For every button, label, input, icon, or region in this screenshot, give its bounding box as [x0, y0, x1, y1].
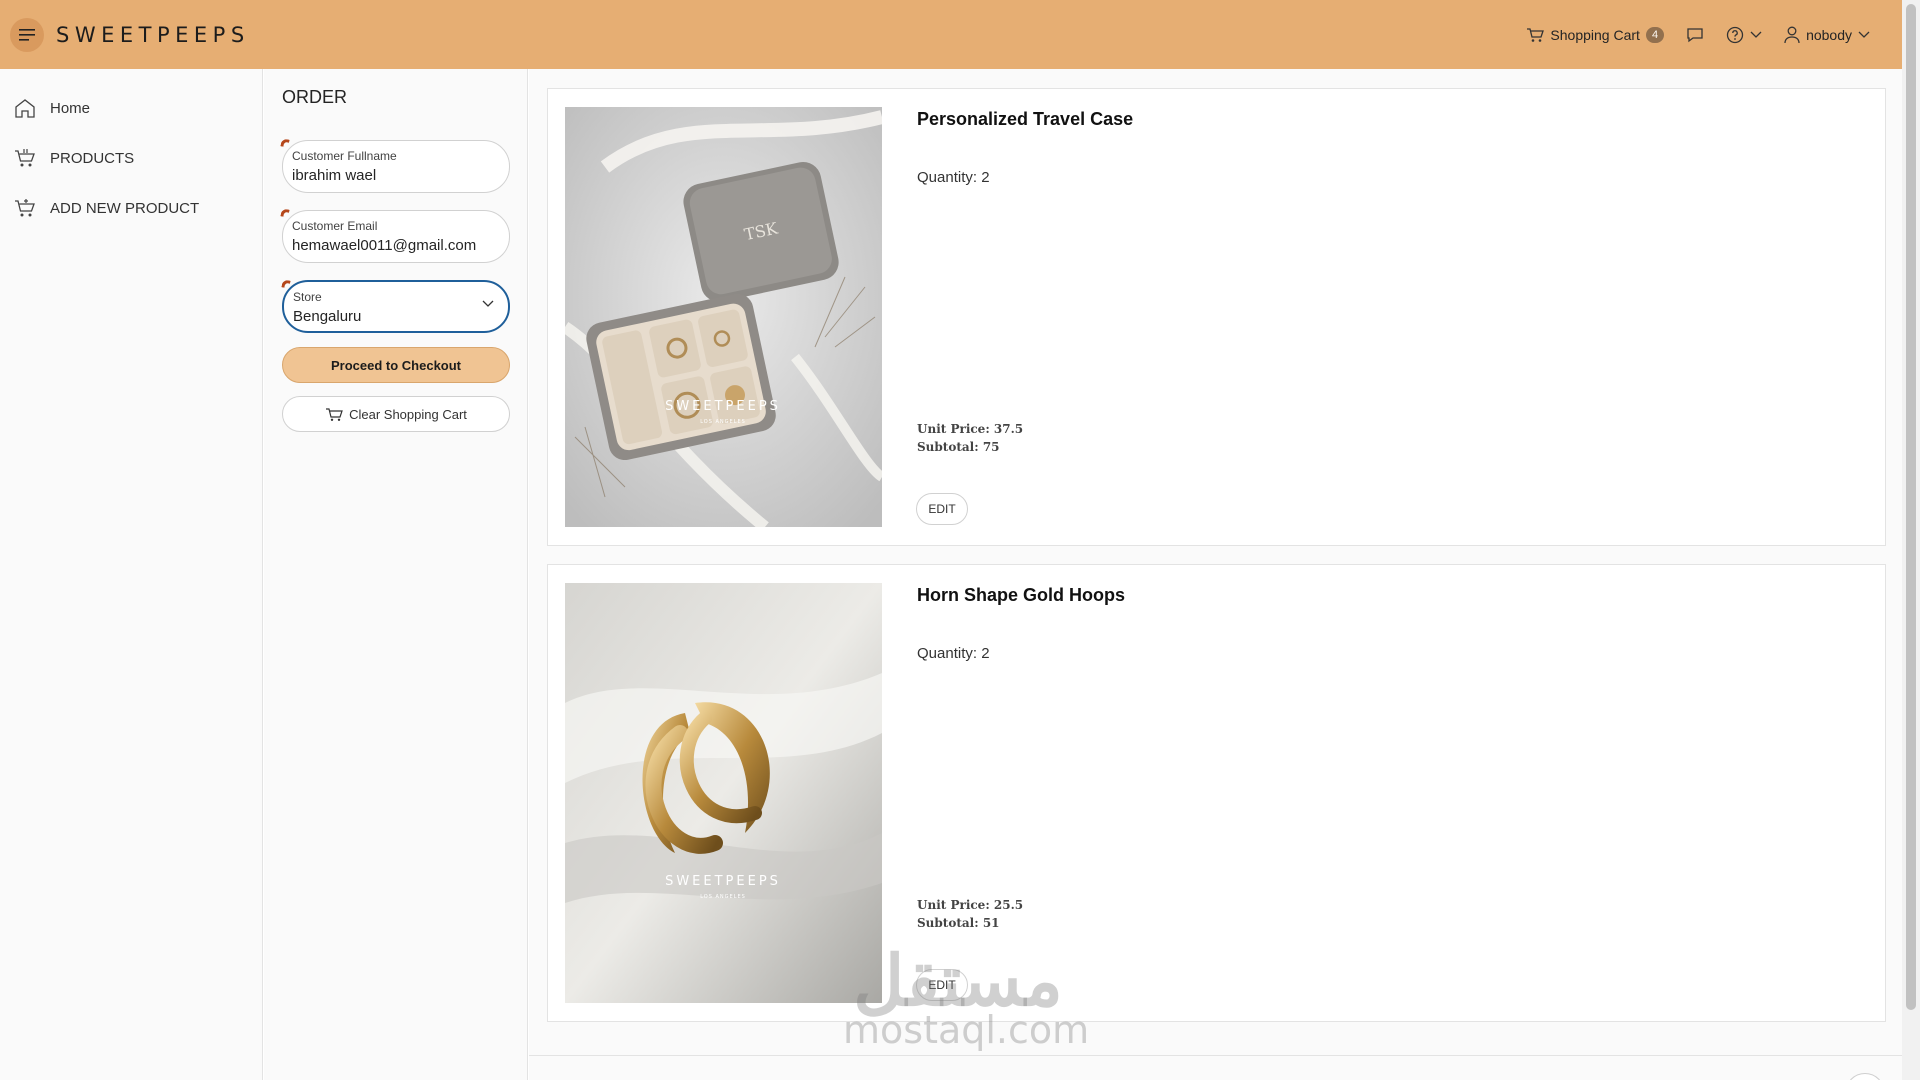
user-name: nobody	[1806, 26, 1852, 43]
nav-item-home[interactable]: Home	[0, 83, 262, 133]
clear-cart-label: Clear Shopping Cart	[349, 406, 467, 422]
proceed-to-checkout-button[interactable]: Proceed to Checkout	[282, 347, 510, 383]
product-quantity: Quantity: 2	[917, 645, 990, 662]
required-indicator	[280, 138, 290, 148]
nav-item-label: ADD NEW PRODUCT	[50, 199, 200, 217]
help-icon	[1726, 26, 1744, 43]
cart-items-area: TSK SWEETPEEPS LOS ANGELES Personalized …	[529, 69, 1902, 1080]
field-label: Customer Fullname	[292, 149, 397, 163]
hamburger-icon	[19, 28, 35, 41]
home-icon	[15, 99, 35, 118]
product-prices: Unit Price: 37.5 Subtotal: 75	[917, 420, 1023, 456]
side-navigation: Home PRODUCTS ADD NEW PRODUCT	[0, 69, 263, 1080]
order-panel: ORDER Customer Fullname ibrahim wael Cus…	[264, 69, 528, 1080]
store-selected-value[interactable]: Bengaluru	[293, 308, 508, 325]
cart-icon	[15, 149, 35, 167]
field-label: Customer Email	[292, 219, 378, 233]
cart-item-card: SWEETPEEPS LOS ANGELES Horn Shape Gold H…	[547, 564, 1886, 1022]
clear-shopping-cart-button[interactable]: Clear Shopping Cart	[282, 396, 510, 432]
product-image-gold-hoops: SWEETPEEPS LOS ANGELES	[565, 583, 882, 1003]
scroll-top-button[interactable]	[1845, 1073, 1885, 1080]
page-scrollbar[interactable]	[1902, 0, 1920, 1080]
brand-logo[interactable]: SWEETPEEPS	[56, 23, 250, 47]
image-brand-text: SWEETPEEPS	[665, 874, 781, 889]
customer-fullname-input[interactable]: ibrahim wael	[292, 167, 509, 184]
divider	[529, 1055, 1902, 1056]
chevron-down-icon[interactable]	[482, 300, 494, 308]
nav-item-add-new-product[interactable]: ADD NEW PRODUCT	[0, 183, 262, 233]
unit-price: Unit Price: 37.5	[917, 422, 1024, 436]
cart-count-badge: 4	[1645, 26, 1665, 43]
product-title: Horn Shape Gold Hoops	[917, 585, 1126, 605]
shopping-cart-label: Shopping Cart	[1550, 26, 1640, 43]
edit-button[interactable]: EDIT	[916, 493, 968, 525]
customer-email-field[interactable]: Customer Email hemawael0011@gmail.com	[280, 208, 510, 263]
scrollbar-thumb[interactable]	[1906, 4, 1916, 1010]
menu-button[interactable]	[10, 17, 44, 52]
product-title: Personalized Travel Case	[917, 109, 1134, 129]
cart-icon	[1527, 27, 1545, 42]
watermark-arabic: مستقل	[853, 942, 1063, 1020]
shopping-cart-button[interactable]: Shopping Cart 4	[1526, 26, 1665, 43]
customer-fullname-field[interactable]: Customer Fullname ibrahim wael	[280, 138, 510, 193]
chevron-down-icon	[1750, 31, 1762, 38]
user-icon	[1784, 26, 1800, 43]
chevron-down-icon	[1858, 31, 1870, 38]
user-menu-button[interactable]: nobody	[1784, 26, 1870, 44]
store-select[interactable]: Store Bengaluru	[281, 279, 510, 333]
required-indicator	[281, 279, 291, 289]
order-title: ORDER	[282, 87, 348, 107]
image-brand-subtext: LOS ANGELES	[700, 894, 746, 900]
app-header: SWEETPEEPS Shopping Cart 4 nobody	[0, 0, 1902, 69]
product-image-travel-case: TSK SWEETPEEPS LOS ANGELES	[565, 107, 882, 527]
chat-button[interactable]	[1686, 27, 1704, 43]
nav-item-products[interactable]: PRODUCTS	[0, 133, 262, 183]
cart-icon	[326, 407, 343, 421]
nav-item-label: Home	[50, 99, 91, 117]
required-indicator	[280, 208, 290, 218]
cart-item-card: TSK SWEETPEEPS LOS ANGELES Personalized …	[547, 88, 1886, 546]
image-brand-text: SWEETPEEPS	[665, 399, 781, 414]
product-prices: Unit Price: 25.5 Subtotal: 51	[917, 896, 1023, 932]
chat-icon	[1687, 27, 1703, 42]
watermark-latin: mostaql.com	[843, 1008, 1090, 1052]
field-label: Store	[293, 290, 322, 304]
subtotal: Subtotal: 51	[917, 916, 1000, 930]
customer-email-input[interactable]: hemawael0011@gmail.com	[292, 237, 509, 254]
nav-item-label: PRODUCTS	[50, 149, 135, 167]
cart-add-icon	[15, 199, 35, 217]
image-brand-subtext: LOS ANGELES	[700, 419, 746, 425]
unit-price: Unit Price: 25.5	[917, 898, 1024, 912]
watermark: مستقل mostaql.com	[843, 942, 1090, 1052]
product-quantity: Quantity: 2	[917, 169, 990, 186]
help-menu-button[interactable]	[1726, 26, 1762, 44]
subtotal: Subtotal: 75	[917, 440, 1000, 454]
